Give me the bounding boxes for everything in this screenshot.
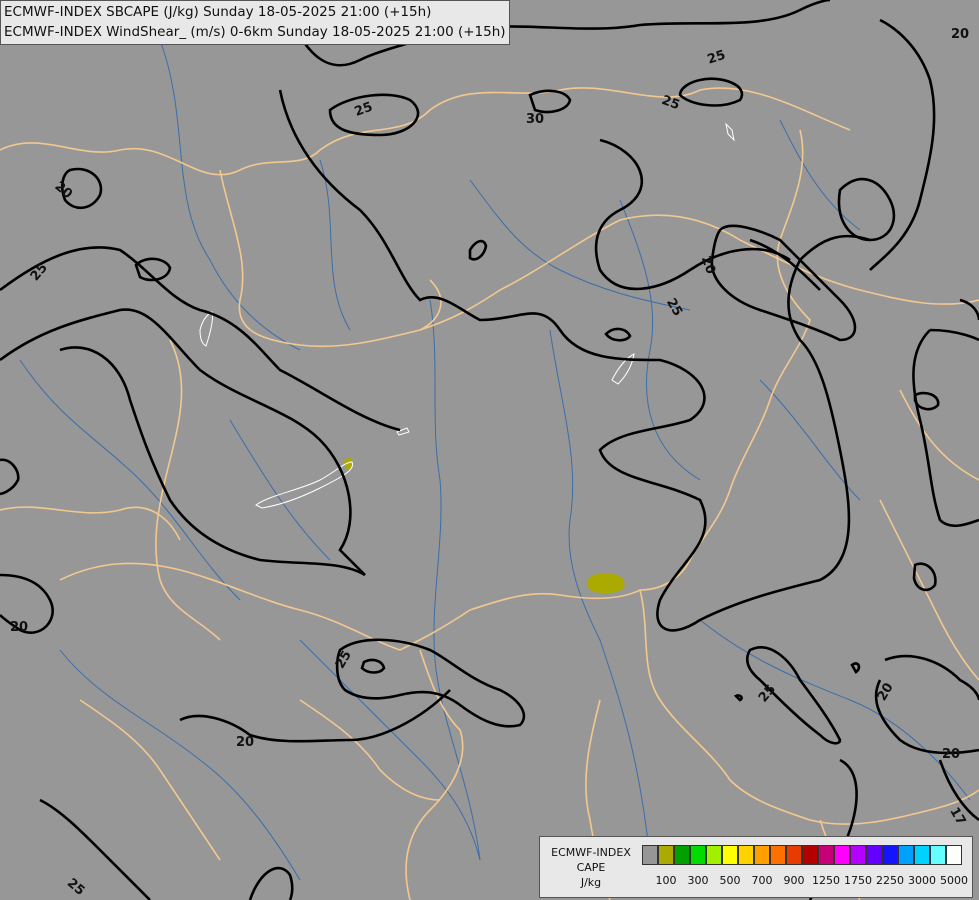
legend-swatch	[658, 845, 674, 865]
legend-swatch	[738, 845, 754, 865]
legend-title: ECMWF-INDEX CAPE J/kg	[544, 845, 638, 890]
legend-swatch	[834, 845, 850, 865]
legend-tick-label: 900	[783, 874, 805, 887]
legend-title-line2: CAPE	[576, 861, 606, 874]
legend-swatch	[674, 845, 690, 865]
legend-color-scale	[642, 845, 962, 865]
legend-tick-label: 100	[655, 874, 677, 887]
legend-swatch	[642, 845, 658, 865]
cape-area	[587, 573, 625, 594]
legend-swatch	[754, 845, 770, 865]
legend-swatch	[802, 845, 818, 865]
legend-ticks: 100 300 500 700 900 1250 1750 2250 3000 5000	[642, 874, 969, 888]
legend-tick-label: 2250	[876, 874, 904, 887]
contour-label: 20	[10, 620, 28, 635]
legend-tick-label: 3000	[908, 874, 936, 887]
contour-label: 20	[942, 747, 960, 762]
legend-swatch	[882, 845, 898, 865]
legend-swatch	[722, 845, 738, 865]
legend-tick-label: 1750	[844, 874, 872, 887]
legend-swatch	[690, 845, 706, 865]
legend-swatch	[898, 845, 914, 865]
legend-swatch	[850, 845, 866, 865]
legend-swatch	[866, 845, 882, 865]
legend-swatch	[770, 845, 786, 865]
map-title-windshear: ECMWF-INDEX WindShear_ (m/s) 0-6km Sunda…	[4, 24, 506, 40]
contour-label: 20	[951, 27, 969, 42]
legend-tick-label: 300	[687, 874, 709, 887]
map-title-cape: ECMWF-INDEX SBCAPE (J/kg) Sunday 18-05-2…	[4, 4, 432, 20]
legend-title-line3: J/kg	[580, 876, 602, 889]
map-title-box: ECMWF-INDEX SBCAPE (J/kg) Sunday 18-05-2…	[0, 0, 510, 45]
legend-swatch	[914, 845, 930, 865]
legend-title-line1: ECMWF-INDEX	[551, 846, 631, 859]
legend-swatch	[786, 845, 802, 865]
contour-label: 20	[236, 735, 254, 750]
weather-map: 25 20 25 30 25 20 25 20 25 20 25 20 20 2…	[0, 0, 979, 900]
legend-tick-label: 700	[751, 874, 773, 887]
legend-tick-label: 1250	[812, 874, 840, 887]
legend-swatch	[930, 845, 946, 865]
legend-swatch	[706, 845, 722, 865]
contour-label: 30	[526, 112, 544, 127]
cape-legend: ECMWF-INDEX CAPE J/kg 100 300 500 700 900 125…	[539, 836, 973, 898]
legend-swatch	[946, 845, 962, 865]
legend-tick-label: 5000	[940, 874, 968, 887]
legend-swatch	[818, 845, 834, 865]
legend-tick-label: 500	[719, 874, 741, 887]
